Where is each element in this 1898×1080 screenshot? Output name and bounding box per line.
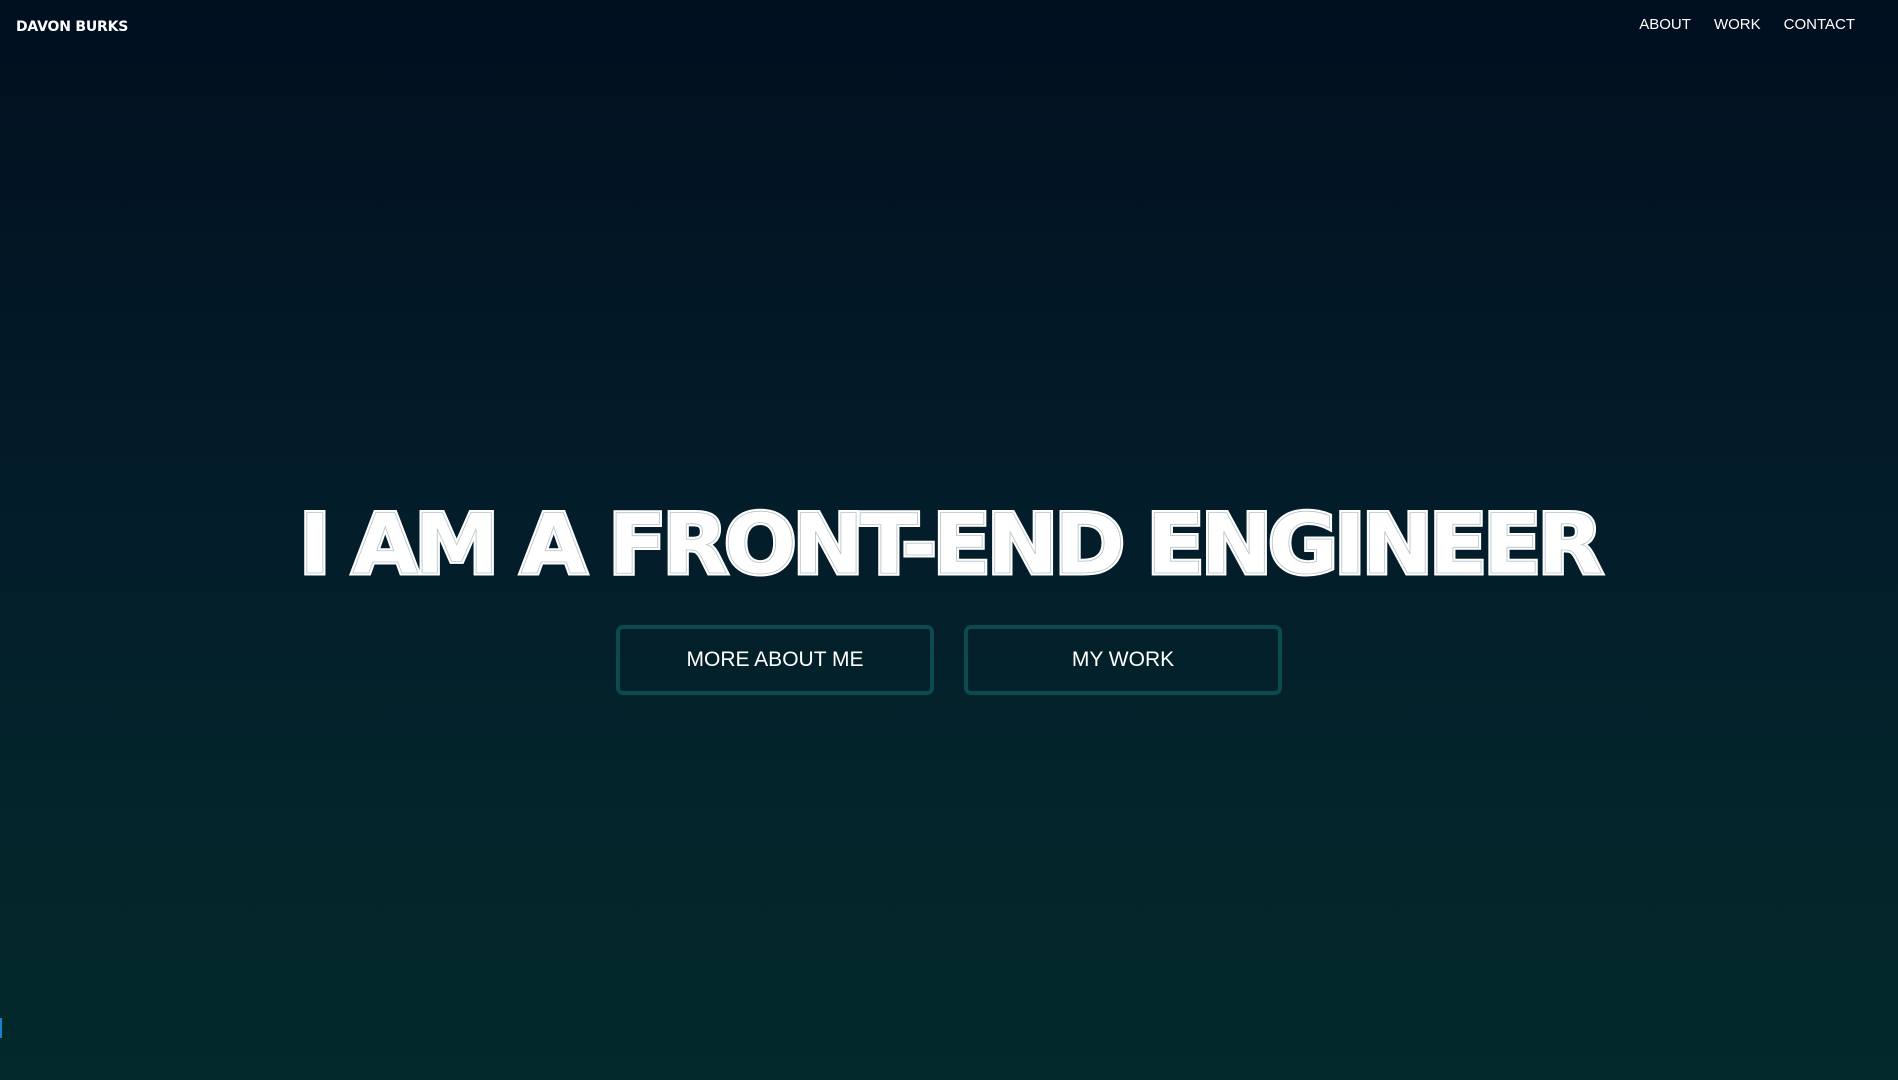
hero-headline-inline: I AM A FRONT-END ENGINEER [299, 496, 1602, 593]
more-about-me-button[interactable]: MORE ABOUT ME [616, 625, 934, 695]
edge-marker [0, 1018, 2, 1038]
hero-buttons: MORE ABOUT ME MY WORK [0, 625, 1898, 695]
my-work-button[interactable]: MY WORK [964, 625, 1282, 695]
hero-headline: I AM A FRONT-END ENGINEER I AM A FRONT-E… [0, 494, 1898, 596]
hero-headline-outline: I AM A FRONT-END ENGINEER I AM A FRONT-E… [297, 494, 1609, 596]
hero-section: I AM A FRONT-END ENGINEER I AM A FRONT-E… [0, 0, 1898, 1080]
